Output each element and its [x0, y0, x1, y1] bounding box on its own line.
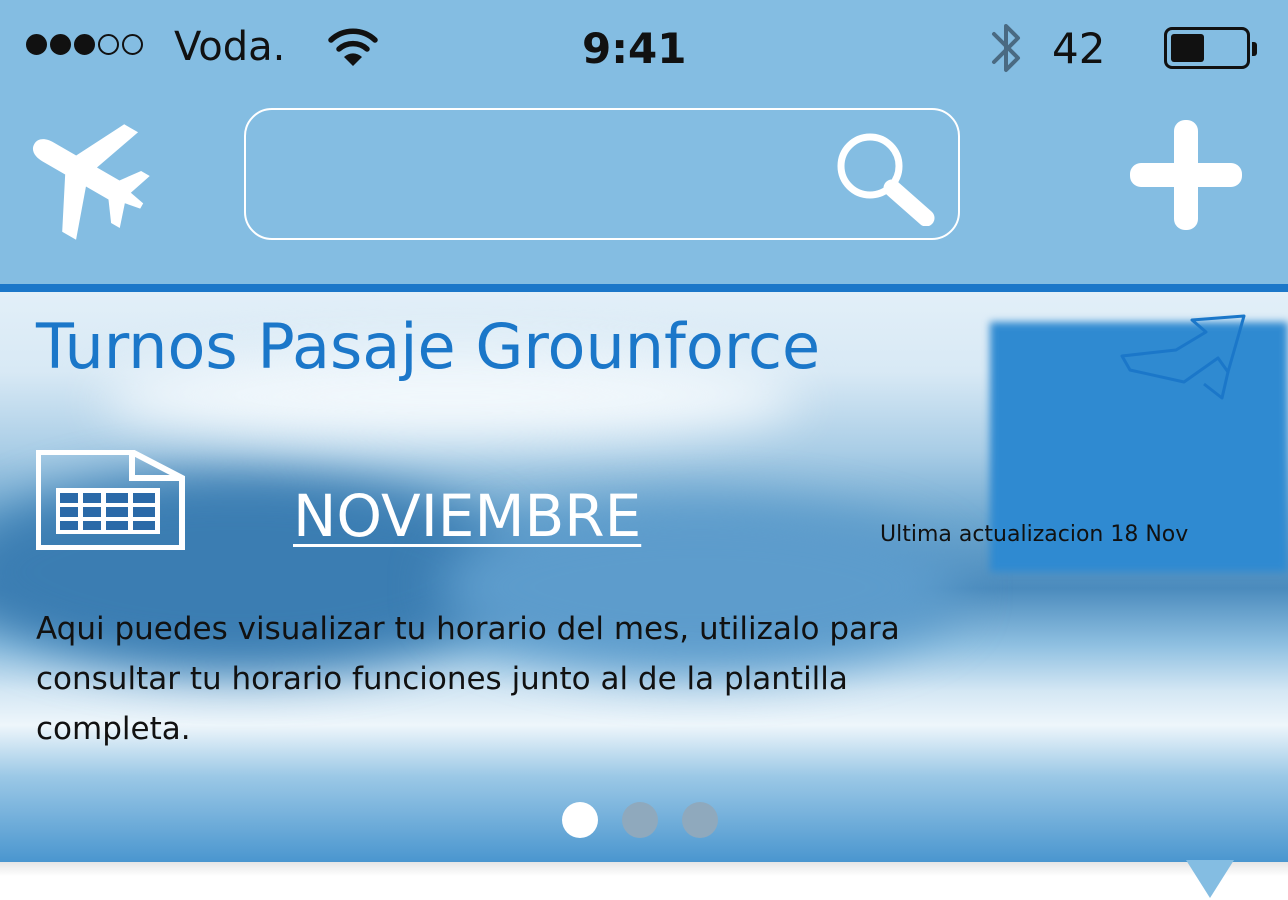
page-indicator — [562, 802, 718, 838]
bluetooth-icon — [988, 18, 1026, 82]
signal-dot — [50, 34, 71, 55]
battery-icon — [1164, 27, 1257, 69]
signal-dot — [122, 34, 143, 55]
battery-percentage: 42 — [1052, 24, 1106, 73]
app-screen: Voda. 9:41 42 Turnos Pasaje Grounforce N… — [0, 0, 1288, 900]
search-bar[interactable] — [244, 108, 960, 240]
top-bar: Voda. 9:41 42 — [0, 0, 1288, 284]
last-updated-text: Ultima actualizacion 18 Nov — [880, 522, 1189, 547]
battery-tip — [1252, 42, 1257, 56]
airplane-icon[interactable] — [18, 110, 158, 244]
signal-dot — [74, 34, 95, 55]
card-shadow — [0, 862, 1288, 876]
header-divider — [0, 284, 1288, 292]
status-time: 9:41 — [582, 24, 687, 73]
month-link[interactable]: NOVIEMBRE — [293, 482, 641, 550]
page-dot[interactable] — [622, 802, 658, 838]
share-arrow-icon[interactable] — [1118, 312, 1248, 408]
status-bar: Voda. 9:41 42 — [0, 0, 1288, 96]
card-title: Turnos Pasaje Grounforce — [36, 310, 821, 383]
battery-level-fill — [1171, 34, 1204, 62]
carrier-name: Voda. — [174, 24, 286, 70]
signal-strength-dots — [26, 34, 143, 55]
search-input[interactable] — [266, 130, 810, 222]
page-dot[interactable] — [562, 802, 598, 838]
expand-arrow-icon[interactable] — [1186, 860, 1234, 898]
spreadsheet-icon — [35, 449, 186, 554]
wifi-icon — [328, 26, 378, 72]
page-dot[interactable] — [682, 802, 718, 838]
signal-dot — [26, 34, 47, 55]
card-description: Aqui puedes visualizar tu horario del me… — [36, 611, 900, 747]
add-icon[interactable] — [1128, 118, 1244, 238]
search-icon[interactable] — [830, 130, 938, 230]
signal-dot — [98, 34, 119, 55]
featured-card[interactable]: Turnos Pasaje Grounforce NOVIEMBRE Ultim… — [0, 292, 1288, 862]
